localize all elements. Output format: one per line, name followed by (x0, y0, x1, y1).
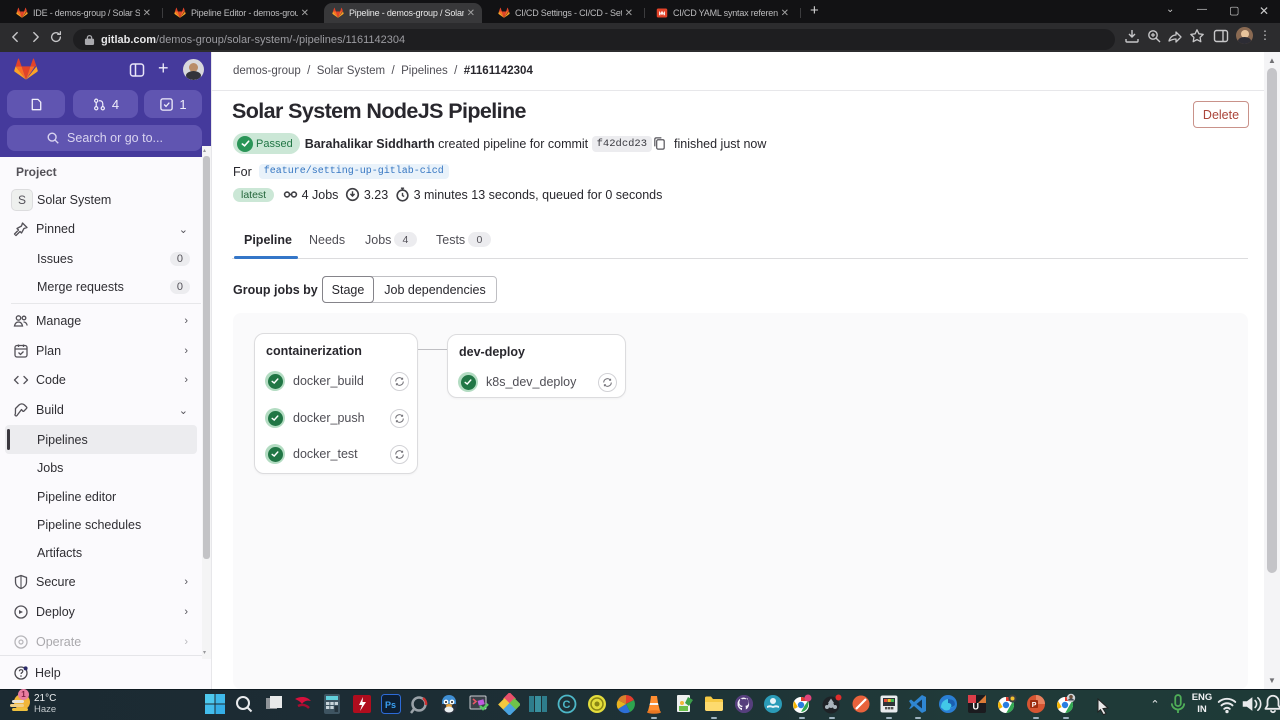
svg-text:Ps: Ps (385, 700, 396, 710)
svg-text:C: C (563, 699, 571, 711)
svg-text:P: P (1032, 702, 1037, 709)
svg-text:U: U (973, 702, 980, 712)
